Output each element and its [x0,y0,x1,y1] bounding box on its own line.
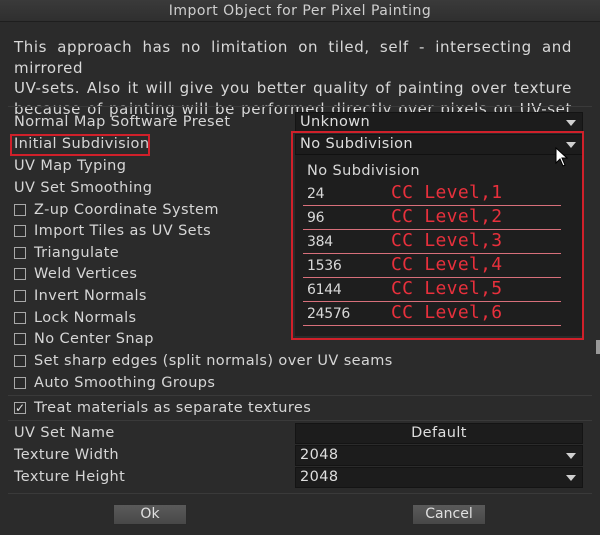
separator [8,395,592,396]
ok-button[interactable]: Ok [113,504,187,525]
checkbox-box[interactable] [14,268,26,280]
normal-map-preset-value: Unknown [300,114,371,130]
chevron-down-icon [566,453,576,459]
uv-set-smoothing-label: UV Set Smoothing [14,180,153,196]
texture-height-select[interactable]: 2048 [295,467,583,488]
uv-map-typing-label: UV Map Typing [14,158,127,174]
checkbox-label: Treat materials as separate textures [34,400,312,416]
checkbox-triangulate[interactable]: Triangulate [14,242,119,264]
chevron-down-icon [566,120,576,126]
checkbox-treat-materials[interactable]: Treat materials as separate textures [14,397,311,419]
checkbox-invert-normals[interactable]: Invert Normals [14,285,147,307]
window-title: Import Object for Per Pixel Painting [0,0,600,22]
checkbox-label: Set sharp edges (split normals) over UV … [34,353,393,369]
checkbox-label: No Center Snap [34,331,154,347]
separator [8,493,592,494]
checkbox-label: Auto Smoothing Groups [34,375,216,391]
checkbox-box[interactable] [14,204,26,216]
checkbox-label: Lock Normals [34,310,137,326]
checkbox-weld-vertices[interactable]: Weld Vertices [14,263,137,285]
window-resize-handle[interactable] [596,340,600,354]
label-highlight-box [10,134,150,156]
separator [8,420,592,421]
checkbox-z-up[interactable]: Z-up Coordinate System [14,199,219,221]
checkbox-label: Weld Vertices [34,266,138,282]
texture-width-select[interactable]: 2048 [295,445,583,466]
checkbox-box[interactable] [14,247,26,259]
uv-set-name-input[interactable]: Default [295,423,583,444]
checkbox-lock-normals[interactable]: Lock Normals [14,307,137,329]
texture-width-label: Texture Width [14,447,120,463]
checkbox-import-tiles[interactable]: Import Tiles as UV Sets [14,220,211,242]
uv-set-name-value: Default [411,425,467,441]
checkbox-no-center-snap[interactable]: No Center Snap [14,328,154,350]
cancel-button[interactable]: Cancel [412,504,486,525]
checkbox-box[interactable] [14,355,26,367]
checkbox-label: Triangulate [34,245,120,261]
description-line-1: This approach has no limitation on tiled… [14,38,572,77]
checkbox-label: Z-up Coordinate System [34,202,219,218]
uv-set-name-label: UV Set Name [14,425,115,441]
checkbox-sharp-edges[interactable]: Set sharp edges (split normals) over UV … [14,350,393,372]
checkbox-auto-smoothing[interactable]: Auto Smoothing Groups [14,372,215,394]
chevron-down-icon [566,475,576,481]
checkbox-box[interactable] [14,290,26,302]
dropdown-highlight-box [291,131,584,340]
separator [8,106,592,107]
mouse-pointer-icon [555,147,569,167]
normal-map-preset-label: Normal Map Software Preset [14,114,231,130]
checkbox-box[interactable] [14,312,26,324]
checkbox-box[interactable] [14,377,26,389]
normal-map-preset-select[interactable]: Unknown [295,112,583,133]
checkbox-label: Import Tiles as UV Sets [34,223,212,239]
checkbox-label: Invert Normals [34,288,147,304]
texture-height-label: Texture Height [14,469,126,485]
checkbox-box[interactable] [14,333,26,345]
checkbox-box[interactable] [14,225,26,237]
texture-height-value: 2048 [300,469,339,485]
texture-width-value: 2048 [300,447,339,463]
description-line-2: UV-sets. Also it will give you better qu… [14,79,572,97]
checkbox-box-checked[interactable] [14,397,26,419]
